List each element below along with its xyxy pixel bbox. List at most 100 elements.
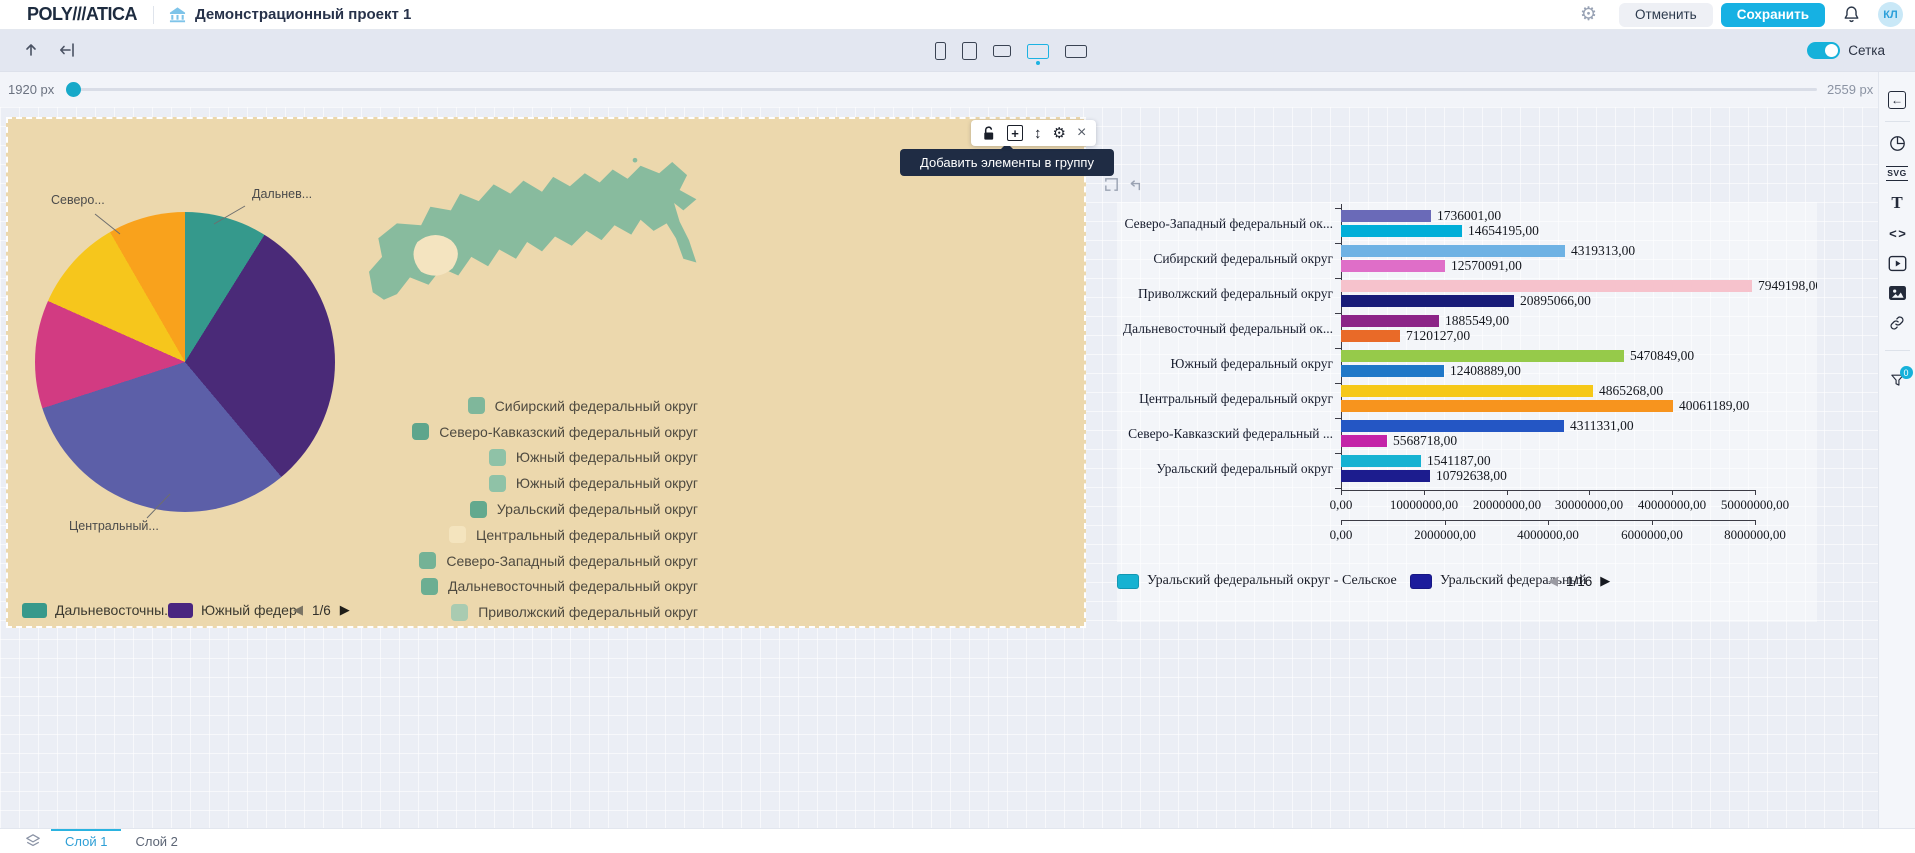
layer-tab-inactive[interactable]: Слой 2 (121, 829, 191, 853)
device-mobile-icon[interactable] (935, 42, 946, 60)
bar-value-label: 4311331,00 (1570, 418, 1634, 434)
russia-map-widget[interactable] (356, 149, 728, 389)
pie-chart-widget[interactable] (35, 212, 335, 512)
add-link-widget-button[interactable] (1879, 308, 1915, 338)
filters-button[interactable]: 0 (1879, 365, 1915, 395)
data-bar[interactable]: 1541187,00 (1341, 455, 1421, 467)
bar-value-label: 7949198,00 (1758, 278, 1817, 294)
legend-label: Южный федеральный округ (516, 475, 698, 491)
pager-next-icon[interactable]: ▶ (1600, 573, 1610, 589)
bar-value-label: 1885549,00 (1445, 313, 1509, 329)
bar-category-label: Южный федеральный округ (1117, 356, 1333, 372)
slider-track[interactable] (72, 88, 1817, 91)
cancel-button[interactable]: Отменить (1619, 3, 1713, 27)
design-canvas[interactable]: Северо... Дальнев... Центральный... Сиби… (0, 107, 1878, 828)
divider (1885, 350, 1910, 351)
slider-handle[interactable] (66, 82, 81, 97)
add-svg-widget-button[interactable]: SVG (1879, 158, 1915, 188)
data-bar[interactable]: 5568718,00 (1341, 435, 1387, 447)
bar-chart-widget[interactable]: Северо-Западный федеральный ок... 1736001… (1117, 202, 1817, 622)
data-bar[interactable]: 14654195,00 (1341, 225, 1462, 237)
frame-select-icon[interactable] (1103, 176, 1120, 193)
legend-swatch (449, 526, 466, 543)
map-legend-item: Уральский федеральный округ (308, 496, 698, 522)
axis-tick (1335, 313, 1341, 314)
device-tablet-icon[interactable] (962, 42, 977, 60)
data-bar[interactable]: 7949198,00 (1341, 280, 1752, 292)
device-laptop-icon[interactable] (993, 45, 1011, 57)
collapse-left-icon[interactable] (58, 41, 76, 59)
data-bar[interactable]: 12408889,00 (1341, 365, 1444, 377)
bar-chart-row: Приволжский федеральный округ7949198,002… (1117, 276, 1817, 311)
data-bar[interactable]: 10792638,00 (1341, 470, 1430, 482)
pie-legend-pager: ◀1/6▶ (293, 599, 350, 621)
layer-tab-active[interactable]: Слой 1 (51, 829, 121, 853)
pager-prev-icon[interactable]: ◀ (293, 602, 303, 618)
axis-tick (1507, 490, 1508, 495)
data-bar[interactable]: 20895066,00 (1341, 295, 1514, 307)
group-settings-gear-icon[interactable]: ⚙ (1053, 126, 1066, 141)
pie-callout-left: Северо... (51, 193, 105, 207)
legend-swatch (489, 449, 506, 466)
settings-gear-icon[interactable]: ⚙ (1580, 5, 1597, 24)
device-desktop-icon-active[interactable] (1027, 44, 1049, 59)
add-text-widget-button[interactable]: T (1879, 188, 1915, 218)
add-image-widget-button[interactable] (1879, 278, 1915, 308)
bar-pair: 4865268,00 40061189,00 (1341, 385, 1673, 415)
add-media-widget-button[interactable] (1879, 248, 1915, 278)
grid-toggle-switch[interactable] (1807, 42, 1840, 59)
ungroup-close-icon[interactable]: × (1077, 125, 1086, 141)
data-bar[interactable]: 4311331,00 (1341, 420, 1564, 432)
bar-value-label: 40061189,00 (1679, 398, 1749, 414)
pager-next-icon[interactable]: ▶ (340, 602, 350, 618)
widget-group-selected[interactable]: Северо... Дальнев... Центральный... Сиби… (6, 117, 1086, 628)
bar-category-label: Северо-Западный федеральный ок... (1117, 216, 1333, 232)
bar-category-label: Приволжский федеральный округ (1117, 286, 1333, 302)
arrow-left-box-icon: ← (1888, 91, 1906, 109)
bar-pair: 1885549,00 7120127,00 (1341, 315, 1439, 345)
data-bar[interactable]: 40061189,00 (1341, 400, 1673, 412)
axis-tick (1335, 453, 1341, 454)
pie-legend-item: Южный федер (168, 599, 297, 621)
data-bar[interactable]: 12570091,00 (1341, 260, 1445, 272)
data-bar[interactable]: 1885549,00 (1341, 315, 1439, 327)
data-bar[interactable]: 4865268,00 (1341, 385, 1593, 397)
bar-value-label: 20895066,00 (1520, 293, 1591, 309)
collapse-panel-button[interactable]: ← (1879, 85, 1915, 115)
bar-value-label: 12570091,00 (1451, 258, 1522, 274)
bar-category-label: Дальневосточный федеральный ок... (1117, 321, 1333, 337)
pager-prev-icon[interactable]: ◀ (1548, 573, 1558, 589)
unlock-icon[interactable] (981, 125, 996, 141)
resize-vertical-icon[interactable]: ↕ (1034, 126, 1042, 141)
bar-chart-row: Северо-Западный федеральный ок... 1736001… (1117, 206, 1817, 241)
map-legend-item: Северо-Западный федеральный округ (308, 548, 698, 574)
data-bar[interactable]: 1736001,00 (1341, 210, 1431, 222)
add-to-group-icon[interactable]: + (1007, 125, 1023, 141)
data-bar[interactable]: 7120127,00 (1341, 330, 1400, 342)
export-upload-icon[interactable] (22, 41, 40, 59)
axis-tick-label: 30000000,00 (1555, 497, 1623, 513)
axis-tick (1652, 520, 1653, 525)
add-code-widget-button[interactable]: < > (1879, 218, 1915, 248)
device-widescreen-icon[interactable] (1065, 45, 1087, 58)
axis-tick (1445, 520, 1446, 525)
app-logo: POLY///ATICA (27, 4, 137, 25)
layers-bar: Слой 1Слой 2 (0, 828, 1915, 853)
grid-toggle-wrap: Сетка (1807, 42, 1885, 59)
canvas-width-slider-bar: 1920 px 2559 px (0, 72, 1878, 107)
bar-value-label: 14654195,00 (1468, 223, 1539, 239)
layer-tabs: Слой 1Слой 2 (51, 829, 192, 853)
axis-tick-label: 20000000,00 (1473, 497, 1541, 513)
data-bar[interactable]: 4319313,00 (1341, 245, 1565, 257)
notifications-bell-icon[interactable] (1843, 5, 1860, 24)
data-bar[interactable]: 5470849,00 (1341, 350, 1624, 362)
legend-label: Южный федеральный округ (516, 449, 698, 465)
bar-chart-row: Дальневосточный федеральный ок... 1885549… (1117, 311, 1817, 346)
user-avatar[interactable]: КЛ (1878, 2, 1903, 27)
legend-swatch (412, 423, 429, 440)
save-button[interactable]: Сохранить (1721, 3, 1825, 27)
legend-label: Центральный федеральный округ (476, 527, 698, 543)
undo-corner-icon[interactable] (1128, 176, 1145, 193)
pie-legend-row: Дальневосточны...Южный федер◀1/6▶ (8, 599, 368, 621)
add-pie-widget-button[interactable] (1879, 128, 1915, 158)
